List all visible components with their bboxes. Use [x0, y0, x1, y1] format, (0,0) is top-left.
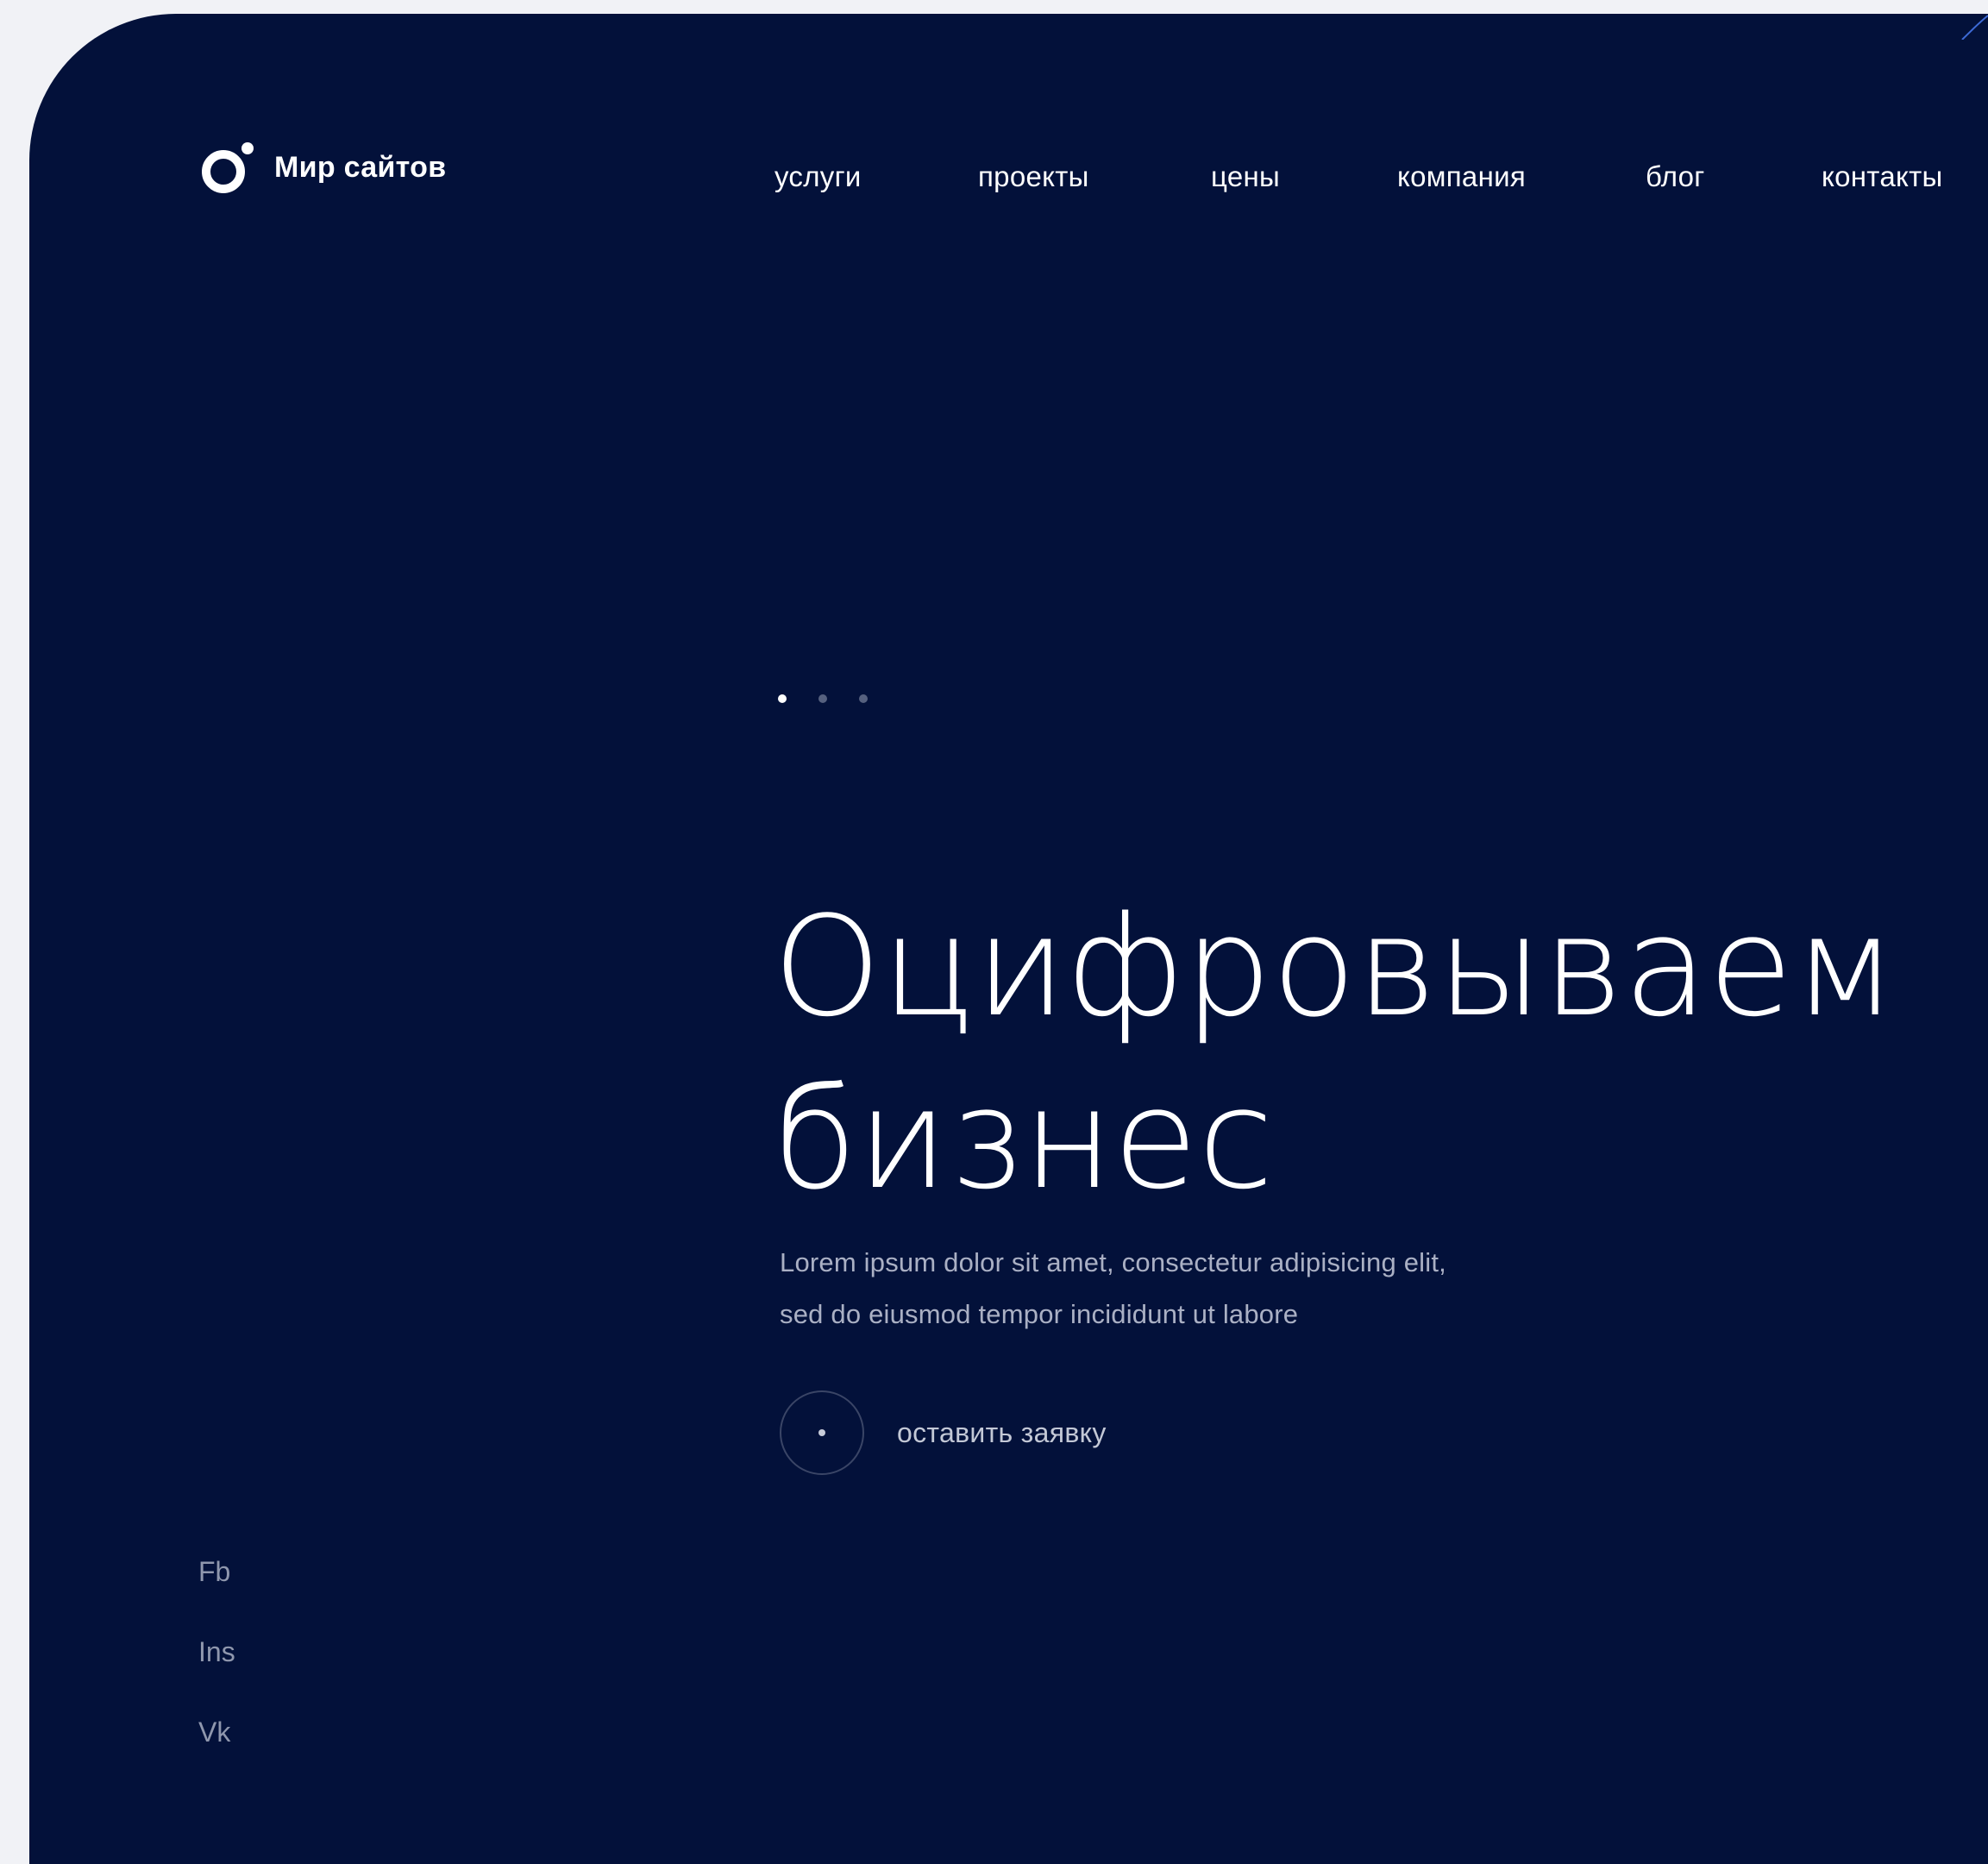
nav-item-company[interactable]: компания	[1397, 160, 1526, 193]
nav-item-services[interactable]: услуги	[775, 160, 862, 193]
cta-center-dot	[818, 1429, 825, 1436]
decorative-arc-line	[1961, 15, 1988, 40]
hero-section: Мир сайтов услуги проекты цены компания …	[29, 14, 1988, 1864]
social-links: Fb Ins Vk	[198, 1554, 235, 1795]
request-button-label: оставить заявку	[897, 1416, 1107, 1448]
hero-subtitle: Lorem ipsum dolor sit amet, consectetur …	[780, 1237, 1446, 1340]
hero-title: Оцифровываем бизнес	[773, 881, 1897, 1226]
nav-item-contacts[interactable]: контакты	[1822, 160, 1943, 193]
hero-title-line-2: бизнес	[773, 1058, 1274, 1220]
nav-item-prices[interactable]: цены	[1211, 160, 1280, 193]
social-link-instagram[interactable]: Ins	[198, 1635, 235, 1715]
nav-item-projects[interactable]: проекты	[978, 160, 1089, 193]
social-link-facebook[interactable]: Fb	[198, 1554, 235, 1635]
slider-dot-3[interactable]	[859, 694, 868, 703]
social-link-vk[interactable]: Vk	[198, 1715, 235, 1795]
main-nav: услуги проекты цены компания блог контак…	[29, 160, 1988, 204]
nav-item-blog[interactable]: блог	[1646, 160, 1705, 193]
slider-pagination	[778, 694, 900, 703]
slider-dot-1[interactable]	[778, 694, 787, 703]
hero-subtitle-line-2: sed do eiusmod tempor incididunt ut labo…	[780, 1299, 1299, 1329]
request-button[interactable]: оставить заявку	[780, 1390, 1107, 1475]
slider-dot-2[interactable]	[818, 694, 827, 703]
hero-title-line-1: Оцифровываем	[773, 886, 1897, 1047]
hero-subtitle-line-1: Lorem ipsum dolor sit amet, consectetur …	[780, 1247, 1446, 1277]
circle-dot-icon	[780, 1390, 864, 1475]
